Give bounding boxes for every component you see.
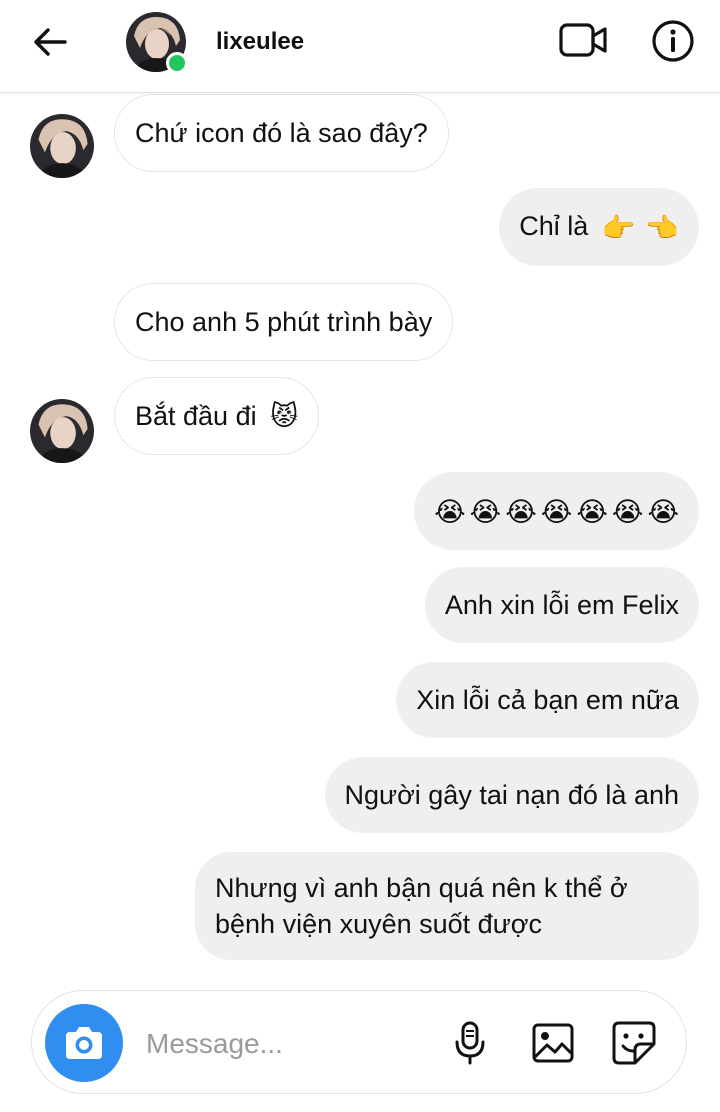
- crying-emoji: 😭: [576, 496, 608, 527]
- message-bubble-outgoing[interactable]: Người gây tai nạn đó là anh: [324, 757, 699, 833]
- gallery-icon[interactable]: [529, 1019, 577, 1067]
- message-bubble-outgoing[interactable]: Chỉ là 👉 👈: [499, 188, 699, 266]
- message-text: Người gây tai nạn đó là anh: [344, 780, 680, 810]
- message-text: Nhưng vì anh bận quá nên k thể ở bệnh vi…: [215, 873, 628, 939]
- avatar[interactable]: [30, 114, 94, 178]
- crying-emoji: 😭: [647, 496, 679, 527]
- message-text: Xin lỗi cả bạn em nữa: [416, 685, 679, 715]
- video-call-icon[interactable]: [556, 18, 610, 62]
- microphone-icon[interactable]: [446, 1019, 494, 1067]
- sticker-icon[interactable]: [610, 1019, 658, 1067]
- camera-icon: [62, 1024, 106, 1062]
- crying-emoji: 😭: [540, 496, 573, 527]
- crying-emoji: 😭: [434, 496, 466, 527]
- crying-emoji: 😭: [505, 496, 537, 527]
- crying-emoji-row: 😭 😭 😭 😭 😭 😭 😭: [434, 494, 679, 530]
- message-bubble-incoming[interactable]: Chứ icon đó là sao đây?: [114, 94, 449, 172]
- message-text: Chỉ là: [519, 211, 589, 241]
- info-icon[interactable]: [648, 16, 698, 66]
- back-arrow-icon[interactable]: [26, 22, 74, 62]
- message-bubble-outgoing[interactable]: Anh xin lỗi em Felix: [424, 567, 699, 643]
- pointing-right-emoji: 👉: [601, 212, 636, 243]
- pointing-left-emoji: 👈: [645, 212, 679, 243]
- contact-avatar[interactable]: [126, 12, 188, 74]
- camera-button[interactable]: [45, 1004, 123, 1082]
- crying-emoji: 😭: [611, 496, 644, 527]
- message-bubble-incoming[interactable]: Cho anh 5 phút trình bày: [114, 283, 454, 361]
- message-bubble-outgoing[interactable]: Xin lỗi cả bạn em nữa: [396, 662, 699, 738]
- message-text: Cho anh 5 phút trình bày: [135, 307, 433, 337]
- message-input[interactable]: [144, 1021, 428, 1067]
- chat-header: lixeulee: [0, 0, 720, 93]
- message-bubble-incoming[interactable]: Bắt đầu đi 😾: [114, 377, 320, 455]
- message-bubble-outgoing[interactable]: Nhưng vì anh bận quá nên k thể ở bệnh vi…: [195, 852, 699, 960]
- crying-emoji: 😭: [469, 496, 502, 527]
- message-text: Anh xin lỗi em Felix: [444, 590, 679, 620]
- message-bubble-outgoing[interactable]: 😭 😭 😭 😭 😭 😭 😭: [414, 472, 699, 550]
- message-composer: [31, 990, 687, 1094]
- online-status-dot: [166, 52, 188, 74]
- contact-username[interactable]: lixeulee: [216, 28, 304, 56]
- message-text: Bắt đầu đi: [135, 401, 257, 431]
- pouting-cat-emoji: 😾: [270, 401, 299, 431]
- avatar[interactable]: [30, 399, 94, 463]
- message-text: Chứ icon đó là sao đây?: [135, 118, 428, 148]
